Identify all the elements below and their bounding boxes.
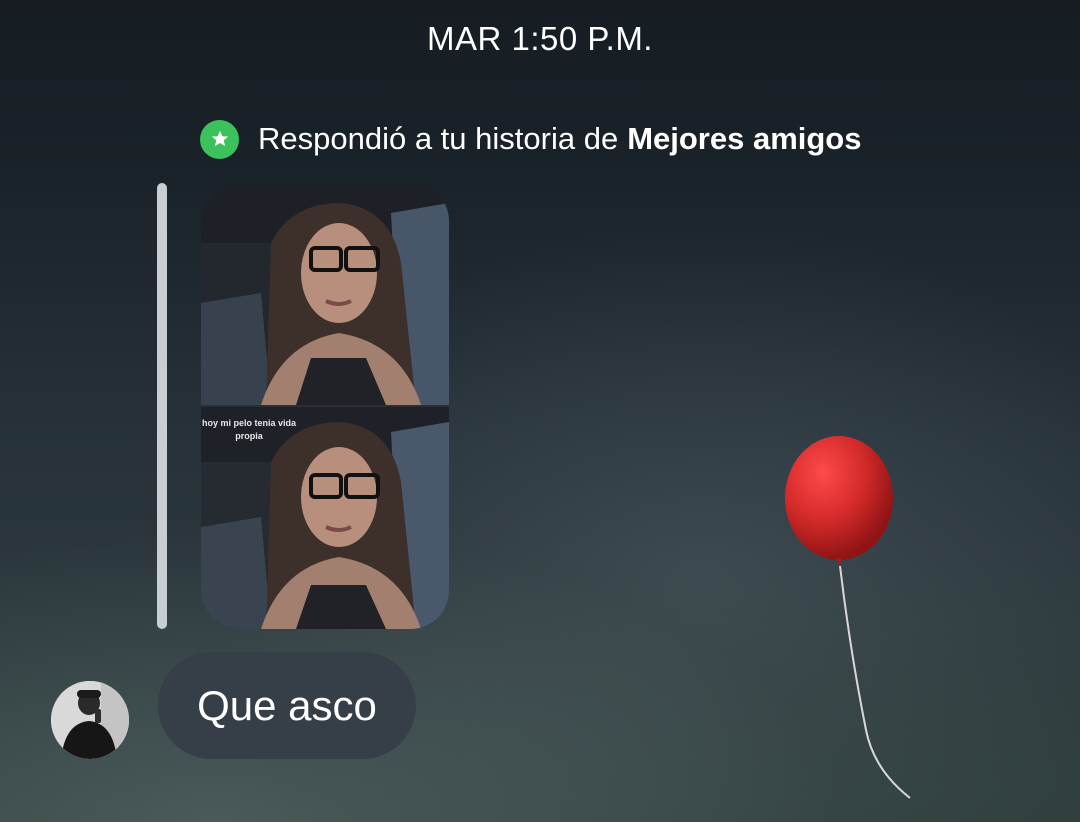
star-icon [211, 130, 228, 147]
story-caption: hoy mi pelo tenia vida propia [201, 418, 297, 441]
avatar-photo [51, 681, 129, 759]
story-frame-bottom: hoy mi pelo tenia vida propia [201, 407, 449, 629]
reply-quote-bar [157, 183, 167, 629]
balloon-decoration [770, 430, 930, 810]
balloon-icon [785, 436, 911, 799]
story-reply-info: Respondió a tu historia de Mejores amigo… [200, 119, 862, 159]
message-bubble[interactable]: Que asco [158, 652, 416, 759]
story-frame-top [201, 183, 449, 405]
close-friends-badge [200, 119, 239, 159]
message-timestamp: MAR 1:50 P.M. [427, 20, 653, 57]
close-friends-label: Mejores amigos [627, 121, 862, 156]
sender-avatar[interactable] [51, 681, 129, 759]
story-reply-prefix: Respondió a tu historia de [258, 121, 619, 156]
story-preview[interactable]: hoy mi pelo tenia vida propia [201, 183, 449, 629]
story-photo-top [201, 183, 449, 405]
